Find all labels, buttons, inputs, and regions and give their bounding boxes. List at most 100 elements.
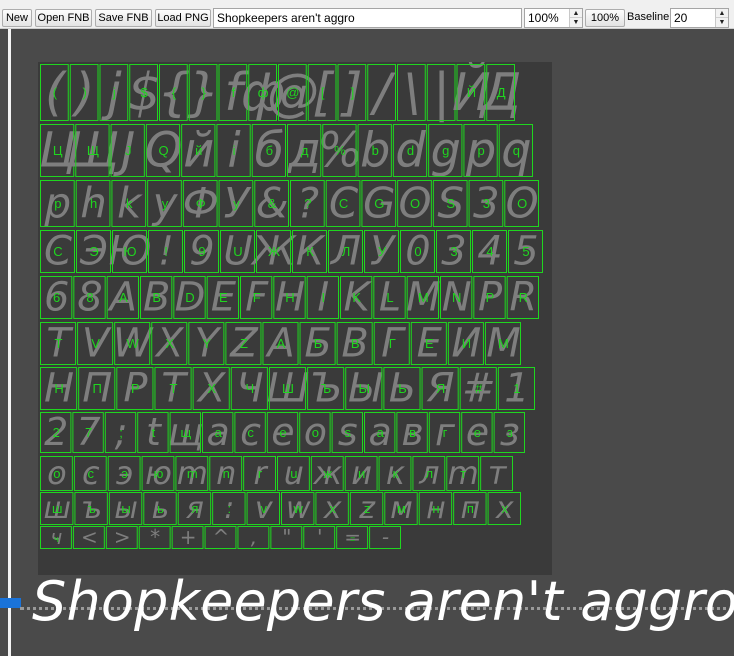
- glyph-cell[interactable]: vv: [246, 491, 280, 526]
- glyph-cell[interactable]: dd: [392, 123, 428, 179]
- glyph-cell[interactable]: шш: [40, 491, 74, 526]
- glyph-cell[interactable]: ??: [290, 179, 325, 228]
- glyph-cell[interactable]: ee: [266, 410, 299, 454]
- glyph-cell[interactable]: KK: [340, 274, 373, 320]
- glyph-cell[interactable]: ЧЧ: [230, 365, 268, 411]
- glyph-cell[interactable]: ::: [212, 491, 246, 526]
- glyph-cell[interactable]: UU: [220, 228, 255, 274]
- glyph-cell[interactable]: YY: [188, 320, 225, 366]
- glyph-cell[interactable]: @@: [267, 63, 319, 123]
- glyph-cell[interactable]: uu: [277, 454, 310, 492]
- glyph-cell[interactable]: КК: [292, 228, 327, 274]
- glyph-cell[interactable]: gg: [428, 123, 463, 179]
- glyph-cell[interactable]: OO: [397, 179, 432, 228]
- glyph-cell[interactable]: бб: [251, 123, 286, 179]
- glyph-cell[interactable]: 33: [436, 228, 471, 274]
- spin-up-icon[interactable]: ▲: [570, 9, 582, 18]
- glyph-cell[interactable]: УУ: [364, 228, 399, 274]
- glyph-cell[interactable]: TT: [40, 320, 77, 366]
- glyph-cell[interactable]: FF: [240, 274, 273, 320]
- glyph-cell[interactable]: mm: [175, 454, 209, 492]
- glyph-cell[interactable]: ыы: [108, 491, 143, 526]
- glyph-cell[interactable]: ': [303, 525, 336, 549]
- glyph-cell[interactable]: ЛЛ: [328, 228, 363, 274]
- glyph-cell[interactable]: OO: [504, 179, 539, 228]
- glyph-cell[interactable]: mт: [446, 454, 480, 492]
- baseline-spin-arrows[interactable]: ▲ ▼: [715, 9, 728, 27]
- glyph-cell[interactable]: ВВ: [336, 320, 373, 366]
- glyph-cell[interactable]: pp: [463, 123, 498, 179]
- glyph-cell[interactable]: >: [105, 525, 138, 549]
- new-button[interactable]: New: [2, 9, 32, 27]
- glyph-cell[interactable]: SS: [432, 179, 468, 228]
- sample-text-input[interactable]: Shopkeepers aren't aggro: [213, 8, 522, 28]
- glyph-cell[interactable]: ии: [344, 454, 378, 492]
- glyph-cell[interactable]: 00: [400, 228, 435, 274]
- glyph-cell[interactable]: %%: [317, 123, 363, 179]
- glyph-cell[interactable]: лл: [412, 454, 446, 492]
- save-fnb-button[interactable]: Save FNB: [95, 9, 152, 27]
- reset-zoom-button[interactable]: 100%: [585, 9, 625, 27]
- glyph-cell[interactable]: ъъ: [74, 491, 108, 526]
- glyph-cell[interactable]: cc: [234, 410, 266, 454]
- glyph-cell[interactable]: &&: [254, 179, 290, 228]
- glyph-cell[interactable]: РР: [116, 365, 154, 411]
- glyph-cell[interactable]: ЬЬ: [383, 365, 421, 411]
- glyph-cell[interactable]: ^: [204, 525, 237, 549]
- glyph-cell[interactable]: hh: [75, 179, 111, 228]
- glyph-cell[interactable]: 44: [472, 228, 507, 274]
- glyph-cell[interactable]: QQ: [145, 123, 183, 179]
- open-fnb-button[interactable]: Open FNB: [35, 9, 92, 27]
- glyph-cell[interactable]: II: [306, 274, 339, 320]
- glyph-cell[interactable]: 33: [468, 179, 504, 228]
- glyph-cell[interactable]: ЮЮ: [108, 228, 151, 274]
- glyph-cell[interactable]: aa: [202, 410, 234, 454]
- glyph-cell[interactable]: XX: [151, 320, 188, 366]
- glyph-cell[interactable]: 55: [508, 228, 543, 274]
- glyph-cell[interactable]: оо: [40, 454, 73, 492]
- glyph-cell[interactable]: }}: [187, 63, 220, 123]
- glyph-cell[interactable]: ББ: [299, 320, 336, 366]
- glyph-cell[interactable]: ЫЫ: [345, 365, 383, 411]
- glyph-cell[interactable]: !!: [148, 228, 183, 274]
- glyph-cell[interactable]: ээ: [107, 454, 141, 492]
- glyph-cell[interactable]: $$: [128, 63, 161, 123]
- glyph-cell[interactable]: {{: [157, 63, 190, 123]
- spin-up-icon[interactable]: ▲: [716, 9, 728, 18]
- glyph-cell[interactable]: ДД: [479, 63, 522, 123]
- glyph-cell[interactable]: ПП: [78, 365, 116, 411]
- glyph-cell[interactable]: )): [69, 63, 99, 123]
- glyph-cell[interactable]: АА: [262, 320, 299, 366]
- glyph-cell[interactable]: aа: [364, 410, 396, 454]
- glyph-cell[interactable]: NN: [440, 274, 473, 320]
- load-png-button[interactable]: Load PNG: [155, 9, 211, 27]
- glyph-cell[interactable]: LL: [373, 274, 406, 320]
- glyph-cell[interactable]: RR: [506, 274, 539, 320]
- glyph-cell[interactable]: PP: [473, 274, 506, 320]
- glyph-cell[interactable]: AA: [107, 274, 139, 320]
- glyph-cell[interactable]: ss: [331, 410, 364, 454]
- glyph-cell[interactable]: ТТ: [154, 365, 192, 411]
- glyph-cell[interactable]: ЯЯ: [421, 365, 459, 411]
- glyph-cell[interactable]: ЖЖ: [249, 228, 297, 274]
- glyph-cell[interactable]: Уу: [218, 179, 254, 228]
- glyph-cell[interactable]: +: [171, 525, 204, 549]
- glyph-cell[interactable]: ZZ: [225, 320, 262, 366]
- glyph-cell[interactable]: ММ: [484, 320, 521, 366]
- glyph-cell[interactable]: 22: [40, 410, 72, 454]
- glyph-cell[interactable]: ((: [40, 63, 69, 123]
- glyph-cell[interactable]: йй: [181, 123, 216, 179]
- glyph-cell[interactable]: гг: [428, 410, 461, 454]
- glyph-cell[interactable]: BB: [140, 274, 173, 320]
- glyph-cell[interactable]: nn: [209, 454, 243, 492]
- glyph-cell[interactable]: tt: [137, 410, 169, 454]
- glyph-cell[interactable]: ii: [216, 123, 251, 179]
- glyph-cell[interactable]: rr: [243, 454, 276, 492]
- glyph-cell[interactable]: вв: [396, 410, 428, 454]
- glyph-cell[interactable]: пп: [453, 491, 487, 526]
- glyph-cell[interactable]: ГГ: [373, 320, 410, 366]
- glyph-cell[interactable]: |: [426, 63, 456, 123]
- glyph-cell[interactable]: сс: [73, 454, 107, 492]
- spin-down-icon[interactable]: ▼: [570, 18, 582, 27]
- glyph-cell[interactable]: 11: [497, 365, 536, 411]
